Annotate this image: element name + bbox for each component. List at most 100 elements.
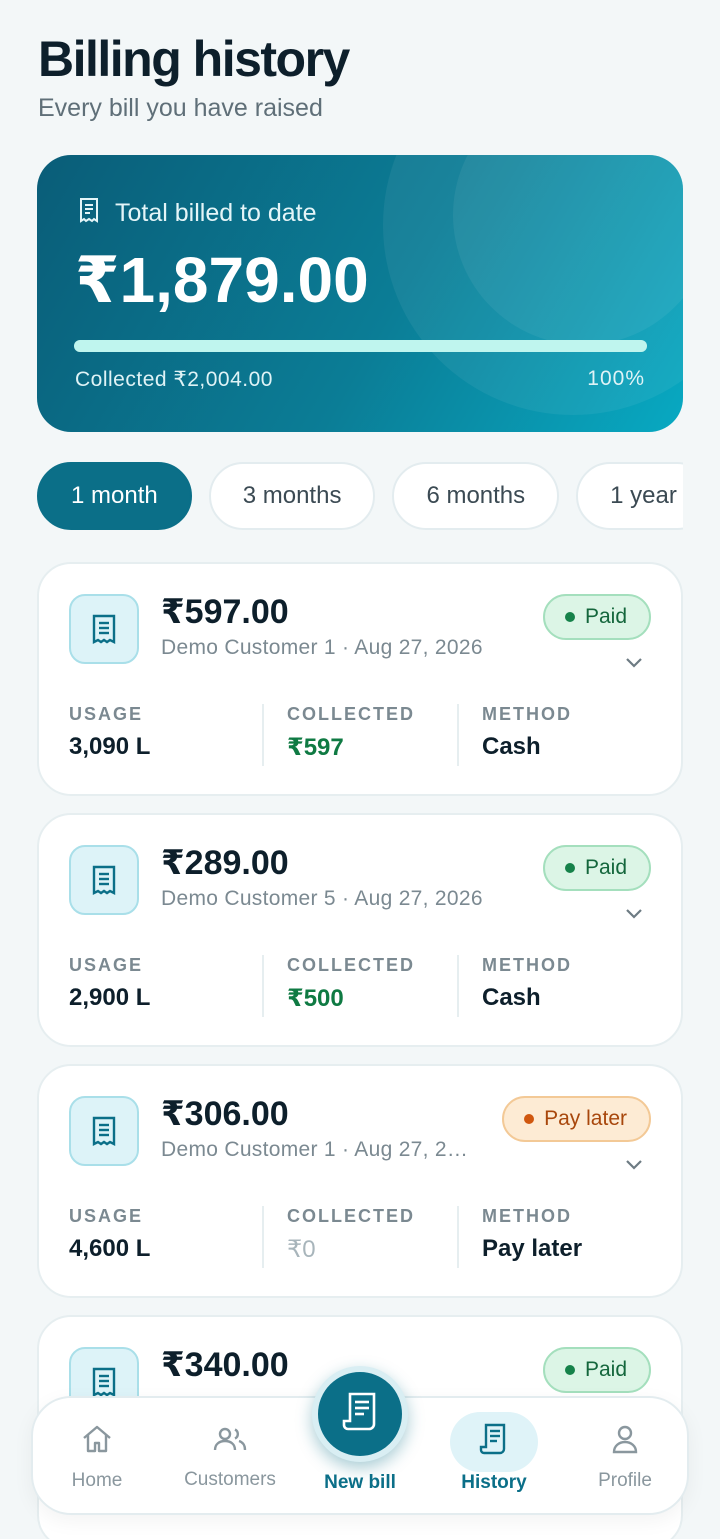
page-title: Billing history — [38, 31, 350, 87]
collection-progress-fill — [74, 340, 647, 352]
bill-card[interactable]: ₹289.00 Demo Customer 5 · Aug 27, 2026 P… — [37, 813, 683, 1047]
method-stat: METHOD Pay later — [482, 1206, 582, 1263]
user-icon — [610, 1424, 640, 1460]
bill-customer: Demo Customer 1 — [161, 636, 336, 659]
method-label: METHOD — [482, 704, 572, 724]
method-stat: METHOD Cash — [482, 955, 572, 1012]
chevron-down-icon[interactable] — [625, 656, 643, 674]
status-dot — [524, 1114, 535, 1124]
status-label: Pay later — [544, 1107, 627, 1130]
total-billed-amount: ₹1,879.00 — [75, 244, 369, 316]
bill-icon — [69, 1096, 139, 1166]
new-bill-label: New bill — [324, 1472, 396, 1493]
collected-stat: COLLECTED ₹0 — [287, 1206, 415, 1264]
status-badge: Paid — [542, 845, 651, 891]
stat-divider — [262, 704, 264, 766]
method-value: Cash — [482, 984, 541, 1011]
chevron-down-icon[interactable] — [625, 907, 643, 925]
total-billed-label-row: Total billed to date — [77, 197, 317, 230]
collected-value: ₹597 — [287, 734, 344, 761]
bill-meta: Demo Customer 1 · Aug 27, 2… — [161, 1138, 469, 1161]
users-icon — [212, 1425, 248, 1459]
bill-date: Aug 27, 2… — [354, 1138, 469, 1161]
new-bill-icon — [341, 1391, 379, 1438]
usage-value: 4,600 L — [69, 1235, 151, 1262]
stat-divider — [262, 955, 264, 1017]
nav-home-label: Home — [71, 1469, 123, 1491]
collected-label: COLLECTED — [287, 955, 415, 975]
stat-divider — [457, 1206, 459, 1268]
collected-percent: 100% — [587, 367, 645, 390]
new-bill-button[interactable] — [312, 1366, 408, 1462]
nav-history-label: History — [461, 1471, 527, 1493]
period-filter-chips: 1 month 3 months 6 months 1 year — [37, 462, 683, 532]
status-dot — [564, 612, 575, 622]
nav-profile[interactable]: Profile — [585, 1398, 665, 1517]
bill-meta: Demo Customer 5 · Aug 27, 2026 — [161, 887, 483, 910]
nav-customers-label: Customers — [184, 1468, 276, 1490]
filter-6-months[interactable]: 6 months — [392, 462, 560, 530]
bill-card[interactable]: ₹306.00 Demo Customer 1 · Aug 27, 2… Pay… — [37, 1064, 683, 1298]
bill-amount: ₹597.00 — [161, 593, 289, 631]
status-dot — [564, 1365, 575, 1375]
usage-label: USAGE — [69, 704, 144, 724]
chevron-down-icon[interactable] — [625, 1158, 643, 1176]
bill-amount: ₹340.00 — [161, 1346, 289, 1384]
method-value: Pay later — [482, 1235, 583, 1262]
method-label: METHOD — [482, 955, 572, 975]
usage-label: USAGE — [69, 1206, 144, 1226]
bill-stats: USAGE 2,900 L COLLECTED ₹500 METHOD Cash — [69, 955, 651, 1019]
status-label: Paid — [584, 856, 627, 879]
collected-label: COLLECTED — [287, 1206, 415, 1226]
collected-value: ₹500 — [287, 985, 344, 1012]
bill-date: Aug 27, 2026 — [354, 887, 483, 910]
bill-card[interactable]: ₹597.00 Demo Customer 1 · Aug 27, 2026 P… — [37, 562, 683, 796]
bill-amount: ₹306.00 — [161, 1095, 289, 1133]
collected-value: ₹0 — [287, 1236, 316, 1263]
method-stat: METHOD Cash — [482, 704, 572, 761]
method-label: METHOD — [482, 1206, 572, 1226]
usage-value: 2,900 L — [69, 984, 151, 1011]
bill-customer: Demo Customer 5 — [161, 887, 336, 910]
status-badge: Paid — [542, 1347, 651, 1393]
nav-home[interactable]: Home — [57, 1398, 137, 1517]
bill-icon — [69, 845, 139, 915]
bill-stats: USAGE 4,600 L COLLECTED ₹0 METHOD Pay later — [69, 1206, 651, 1270]
nav-history[interactable]: History — [448, 1398, 540, 1517]
collected-label: COLLECTED — [287, 704, 415, 724]
receipt-icon — [77, 197, 101, 230]
collected-stat: COLLECTED ₹500 — [287, 955, 415, 1013]
bill-date: Aug 27, 2026 — [354, 636, 483, 659]
total-billed-label: Total billed to date — [115, 199, 317, 227]
page-header: Billing history Every bill you have rais… — [38, 30, 350, 123]
filter-1-month[interactable]: 1 month — [37, 462, 192, 530]
usage-label: USAGE — [69, 955, 144, 975]
filter-3-months[interactable]: 3 months — [208, 462, 376, 530]
collected-amount: Collected ₹2,004.00 — [75, 368, 273, 391]
stat-divider — [457, 955, 459, 1017]
collection-progress-bar — [74, 340, 647, 352]
status-label: Paid — [584, 605, 627, 628]
page-subtitle: Every bill you have raised — [38, 94, 323, 122]
total-billed-card: Total billed to date ₹1,879.00 Collected… — [37, 155, 683, 432]
home-icon — [81, 1424, 113, 1460]
nav-customers[interactable]: Customers — [175, 1398, 285, 1517]
bill-meta: Demo Customer 1 · Aug 27, 2026 — [161, 636, 483, 659]
filter-1-year[interactable]: 1 year — [576, 462, 683, 530]
method-value: Cash — [482, 733, 541, 760]
status-label: Paid — [584, 1358, 627, 1381]
usage-stat: USAGE 2,900 L — [69, 955, 150, 1012]
stat-divider — [262, 1206, 264, 1268]
status-badge: Pay later — [502, 1096, 651, 1142]
stat-divider — [457, 704, 459, 766]
collected-stat: COLLECTED ₹597 — [287, 704, 415, 762]
usage-value: 3,090 L — [69, 733, 151, 760]
status-dot — [564, 863, 575, 873]
nav-profile-label: Profile — [598, 1469, 652, 1491]
usage-stat: USAGE 3,090 L — [69, 704, 150, 761]
bill-stats: USAGE 3,090 L COLLECTED ₹597 METHOD Cash — [69, 704, 651, 768]
status-badge: Paid — [542, 594, 651, 640]
bill-icon — [69, 594, 139, 664]
bill-customer: Demo Customer 1 — [161, 1138, 336, 1161]
usage-stat: USAGE 4,600 L — [69, 1206, 150, 1263]
